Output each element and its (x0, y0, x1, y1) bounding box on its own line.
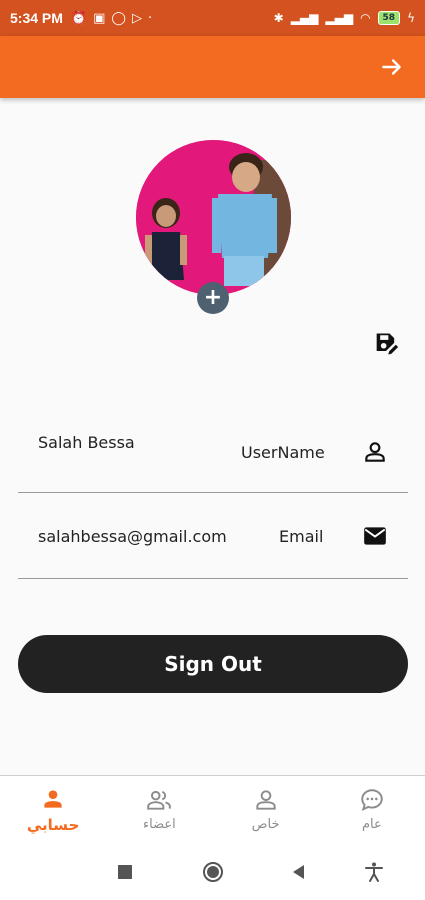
nav-item-my-account[interactable]: حسابي (0, 776, 106, 843)
status-time: 5:34 PM (10, 10, 63, 26)
app-bar (0, 36, 425, 98)
chat-icon (361, 789, 383, 812)
email-value[interactable]: salahbessa@gmail.com (38, 527, 227, 546)
username-row: Salah Bessa UserName (18, 407, 408, 493)
profile-avatar[interactable] (136, 140, 291, 295)
email-row: salahbessa@gmail.com Email (18, 493, 408, 579)
recents-icon[interactable] (114, 861, 136, 883)
accessibility-icon[interactable] (363, 861, 385, 883)
username-value[interactable]: Salah Bessa (38, 433, 135, 452)
sign-out-button[interactable]: Sign Out (18, 635, 408, 693)
nav-label: خاص (251, 817, 280, 832)
save-edit-icon[interactable] (372, 330, 400, 358)
nav-item-public[interactable]: عام (319, 776, 425, 843)
add-photo-button[interactable]: + (197, 282, 229, 314)
wifi-icon: ◠ (360, 11, 371, 25)
nav-item-private[interactable]: خاص (213, 776, 319, 843)
status-bar: 5:34 PM ⏰ ▣ ◯ ▷ · ✱ ▂▄▆ ▂▄▆ ◠ 58 ϟ (0, 0, 425, 36)
battery-icon: 58 (377, 11, 401, 25)
bluetooth-icon: ✱ (273, 11, 284, 25)
app-notification-icon: ▣ (93, 10, 106, 26)
nav-label: اعضاء (143, 817, 176, 832)
email-label: Email (279, 527, 324, 546)
notification-icons: ⏰ ▣ ◯ ▷ · (71, 11, 152, 26)
signal-icon: ▂▄▆ (290, 11, 319, 25)
alarm-icon: ⏰ (70, 10, 88, 26)
person-icon (44, 789, 62, 808)
arrow-right-icon[interactable] (379, 54, 405, 80)
username-label: UserName (241, 443, 325, 462)
nav-label: عام (361, 817, 382, 832)
mail-icon (364, 527, 386, 545)
play-store-icon: ▷ (131, 10, 142, 26)
dot-icon: · (147, 10, 153, 26)
profile-photo (136, 140, 291, 295)
charging-icon: ϟ (407, 11, 415, 25)
whatsapp-icon: ◯ (111, 10, 126, 26)
back-icon[interactable] (288, 861, 310, 883)
signal-2-icon: ▂▄▆ (325, 11, 354, 25)
person-outline-icon (255, 790, 276, 810)
system-icons: ✱ ▂▄▆ ▂▄▆ ◠ 58 ϟ (274, 11, 415, 25)
bottom-nav: حسابي اعضاء خاص عام (0, 775, 425, 843)
home-icon[interactable] (202, 861, 224, 883)
system-nav-bar (0, 843, 425, 900)
nav-label: حسابي (26, 815, 80, 834)
group-icon (147, 790, 172, 810)
nav-item-members[interactable]: اعضاء (106, 776, 212, 843)
person-icon (365, 442, 385, 462)
